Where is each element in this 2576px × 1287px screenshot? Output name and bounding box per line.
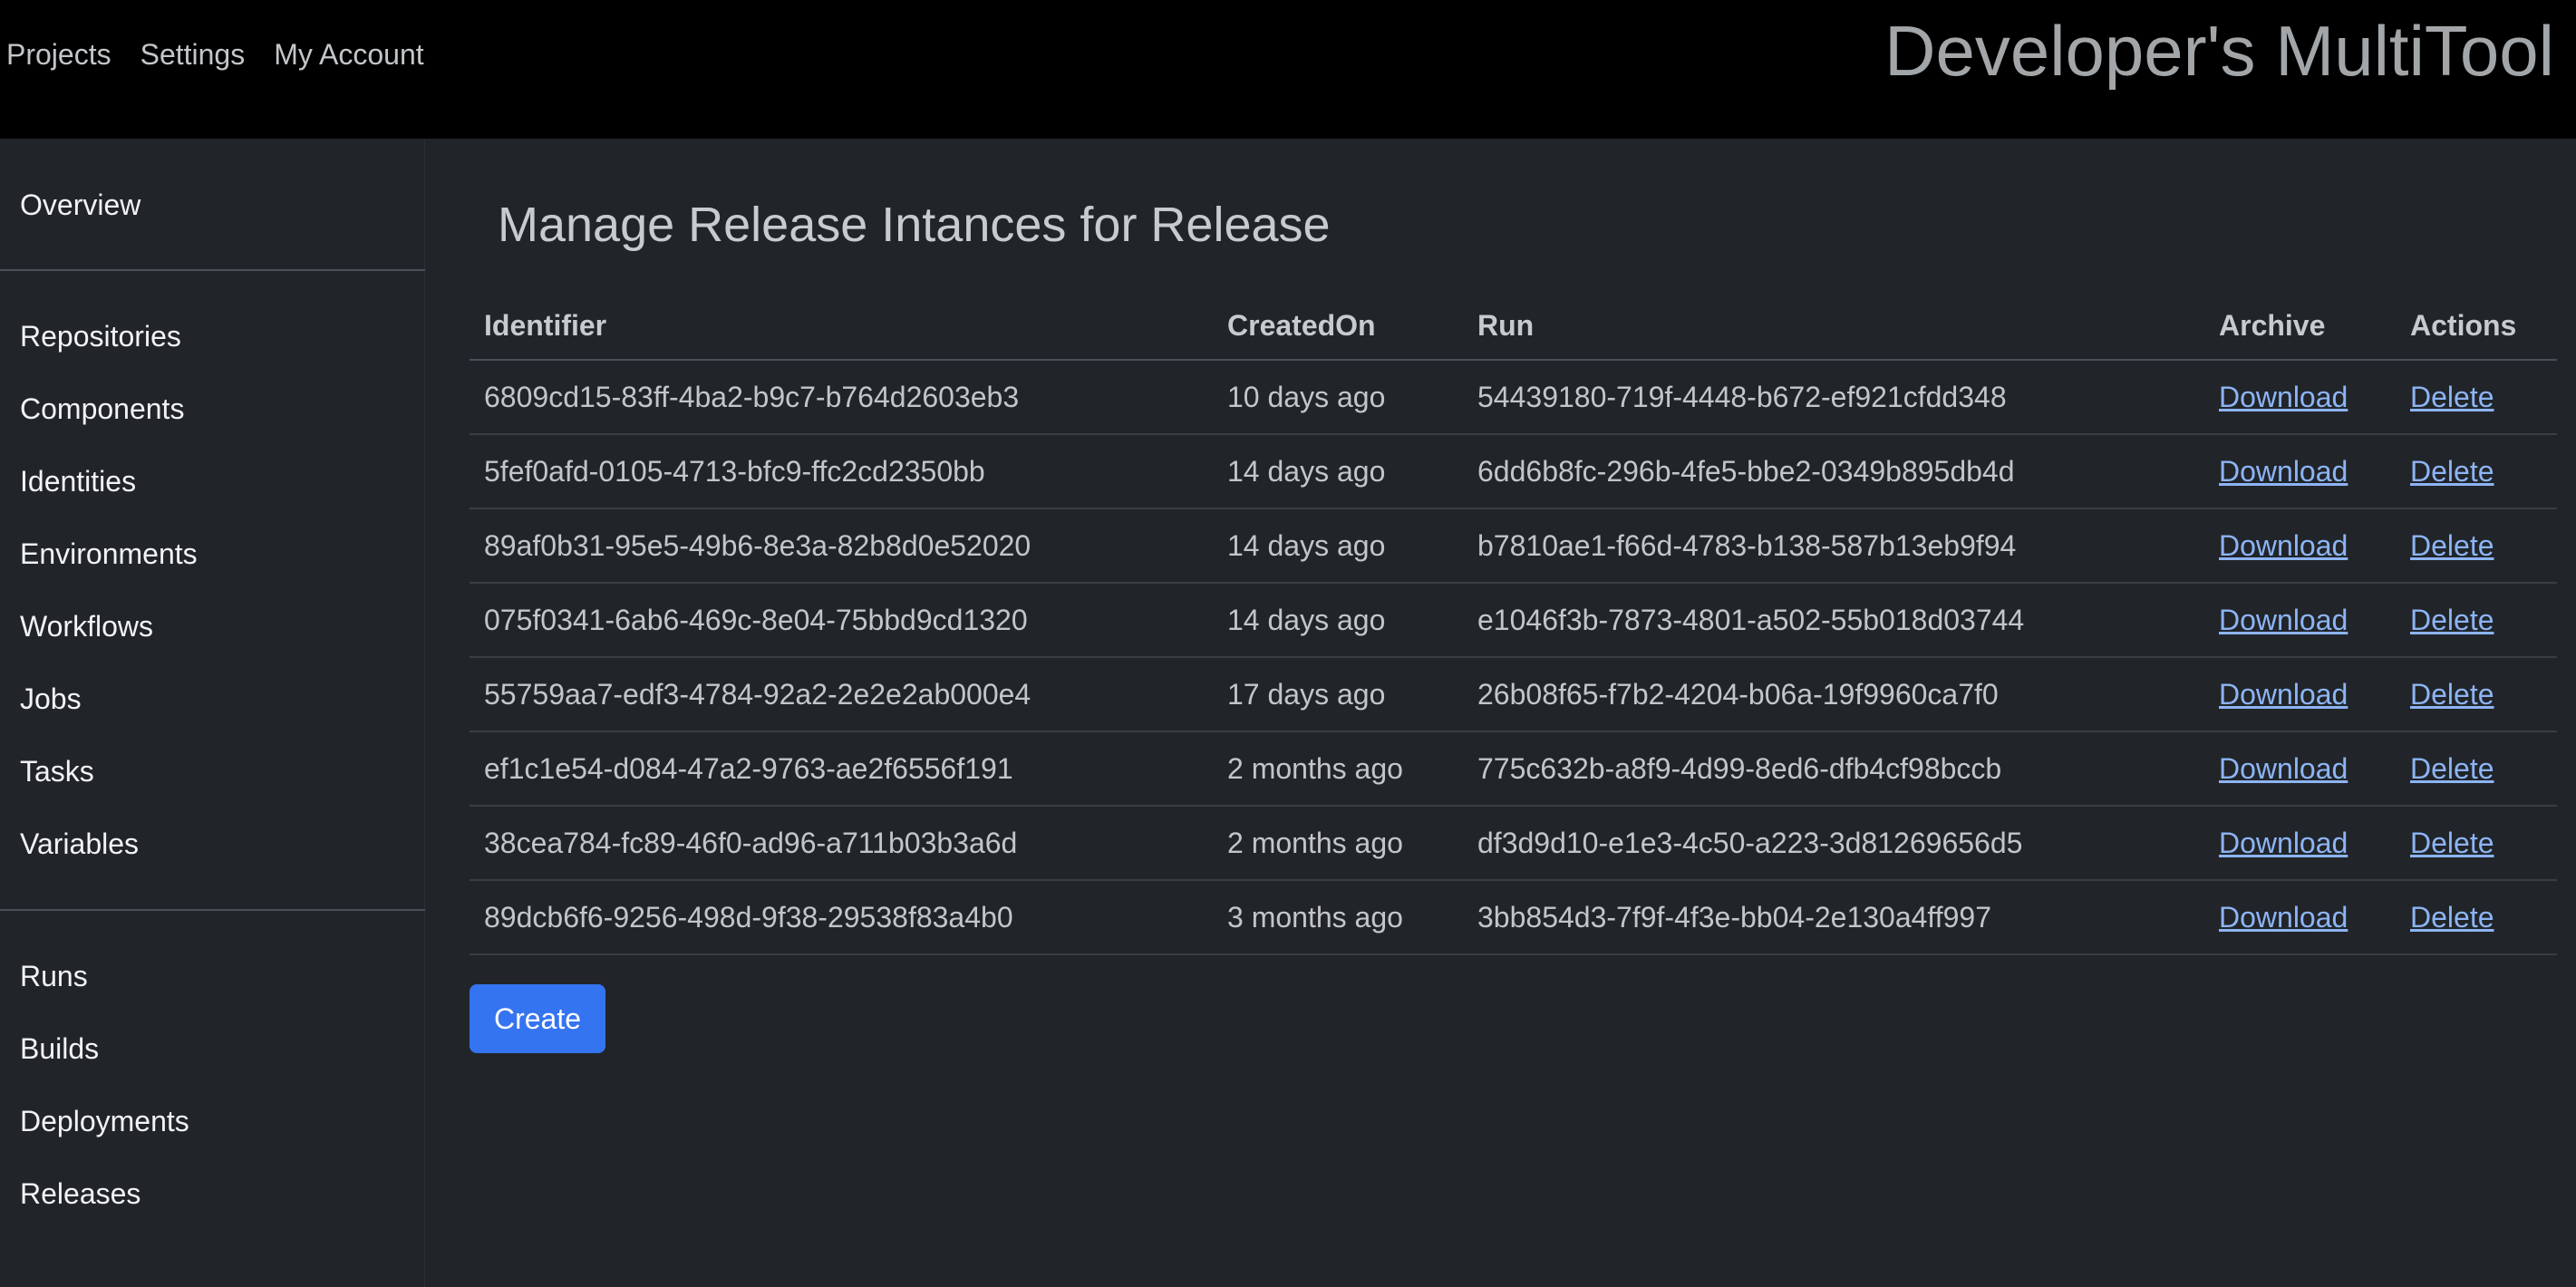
- delete-link[interactable]: Delete: [2410, 381, 2494, 413]
- download-link[interactable]: Download: [2219, 752, 2348, 785]
- cell-identifier: 5fef0afd-0105-4713-bfc9-ffc2cd2350bb: [470, 434, 1213, 509]
- page-title: Manage Release Intances for Release: [498, 198, 1331, 252]
- delete-link[interactable]: Delete: [2410, 901, 2494, 934]
- cell-archive: Download: [2204, 657, 2396, 732]
- delete-link[interactable]: Delete: [2410, 455, 2494, 488]
- download-link[interactable]: Download: [2219, 604, 2348, 636]
- delete-link[interactable]: Delete: [2410, 752, 2494, 785]
- nav-my-account[interactable]: My Account: [274, 38, 423, 72]
- cell-archive: Download: [2204, 508, 2396, 584]
- cell-identifier: 89dcb6f6-9256-498d-9f38-29538f83a4b0: [470, 880, 1213, 955]
- cell-created: 2 months ago: [1213, 731, 1463, 807]
- create-button[interactable]: Create: [470, 984, 605, 1053]
- table-row: 55759aa7-edf3-4784-92a2-2e2e2ab000e4 17 …: [470, 657, 2557, 732]
- cell-run: b7810ae1-f66d-4783-b138-587b13eb9f94: [1463, 508, 2204, 584]
- cell-actions: Delete: [2396, 731, 2557, 807]
- table-row: 075f0341-6ab6-469c-8e04-75bbd9cd1320 14 …: [470, 583, 2557, 658]
- cell-archive: Download: [2204, 583, 2396, 658]
- cell-actions: Delete: [2396, 360, 2557, 435]
- cell-created: 10 days ago: [1213, 360, 1463, 435]
- delete-link[interactable]: Delete: [2410, 604, 2494, 636]
- download-link[interactable]: Download: [2219, 827, 2348, 859]
- cell-run: df3d9d10-e1e3-4c50-a223-3d81269656d5: [1463, 806, 2204, 881]
- cell-created: 17 days ago: [1213, 657, 1463, 732]
- column-header-identifier: Identifier: [470, 293, 1213, 361]
- cell-actions: Delete: [2396, 508, 2557, 584]
- download-link[interactable]: Download: [2219, 529, 2348, 562]
- sidebar-item-environments[interactable]: Environments: [20, 537, 198, 571]
- delete-link[interactable]: Delete: [2410, 529, 2494, 562]
- sidebar-divider: [0, 269, 425, 271]
- sidebar-item-releases[interactable]: Releases: [20, 1177, 140, 1211]
- release-instances-table: Identifier CreatedOn Run Archive Actions…: [470, 293, 2557, 955]
- top-navbar: Projects Settings My Account Developer's…: [0, 0, 2576, 139]
- cell-run: 26b08f65-f7b2-4204-b06a-19f9960ca7f0: [1463, 657, 2204, 732]
- cell-run: 54439180-719f-4448-b672-ef921cfdd348: [1463, 360, 2204, 435]
- table-row: 89af0b31-95e5-49b6-8e3a-82b8d0e52020 14 …: [470, 508, 2557, 584]
- sidebar-divider: [0, 909, 425, 911]
- cell-identifier: 075f0341-6ab6-469c-8e04-75bbd9cd1320: [470, 583, 1213, 658]
- sidebar-item-identities[interactable]: Identities: [20, 465, 136, 498]
- download-link[interactable]: Download: [2219, 901, 2348, 934]
- cell-identifier: 89af0b31-95e5-49b6-8e3a-82b8d0e52020: [470, 508, 1213, 584]
- sidebar-item-deployments[interactable]: Deployments: [20, 1105, 189, 1138]
- cell-created: 14 days ago: [1213, 583, 1463, 658]
- cell-created: 2 months ago: [1213, 806, 1463, 881]
- cell-actions: Delete: [2396, 806, 2557, 881]
- table-row: 5fef0afd-0105-4713-bfc9-ffc2cd2350bb 14 …: [470, 434, 2557, 509]
- sidebar-item-repositories[interactable]: Repositories: [20, 320, 181, 353]
- column-header-archive: Archive: [2204, 293, 2396, 361]
- delete-link[interactable]: Delete: [2410, 827, 2494, 859]
- cell-identifier: 55759aa7-edf3-4784-92a2-2e2e2ab000e4: [470, 657, 1213, 732]
- cell-actions: Delete: [2396, 880, 2557, 955]
- download-link[interactable]: Download: [2219, 678, 2348, 711]
- cell-actions: Delete: [2396, 657, 2557, 732]
- delete-link[interactable]: Delete: [2410, 678, 2494, 711]
- sidebar-item-runs[interactable]: Runs: [20, 960, 88, 993]
- cell-archive: Download: [2204, 360, 2396, 435]
- column-header-run: Run: [1463, 293, 2204, 361]
- brand-title: Developer's MultiTool: [1884, 11, 2554, 91]
- sidebar-item-tasks[interactable]: Tasks: [20, 755, 94, 789]
- table-row: 89dcb6f6-9256-498d-9f38-29538f83a4b0 3 m…: [470, 880, 2557, 955]
- cell-archive: Download: [2204, 880, 2396, 955]
- main-content: Manage Release Intances for Release Iden…: [425, 139, 2576, 1287]
- column-header-actions: Actions: [2396, 293, 2557, 361]
- table-row: 6809cd15-83ff-4ba2-b9c7-b764d2603eb3 10 …: [470, 360, 2557, 435]
- download-link[interactable]: Download: [2219, 455, 2348, 488]
- cell-created: 14 days ago: [1213, 434, 1463, 509]
- sidebar-item-overview[interactable]: Overview: [20, 189, 140, 222]
- nav-projects[interactable]: Projects: [6, 38, 111, 72]
- nav-settings[interactable]: Settings: [140, 38, 246, 72]
- sidebar-item-components[interactable]: Components: [20, 392, 184, 426]
- sidebar-item-workflows[interactable]: Workflows: [20, 610, 153, 644]
- table-row: 38cea784-fc89-46f0-ad96-a711b03b3a6d 2 m…: [470, 806, 2557, 881]
- column-header-createdon: CreatedOn: [1213, 293, 1463, 361]
- cell-archive: Download: [2204, 806, 2396, 881]
- sidebar-item-builds[interactable]: Builds: [20, 1032, 99, 1066]
- cell-actions: Delete: [2396, 583, 2557, 658]
- sidebar: Overview Repositories Components Identit…: [0, 139, 425, 1287]
- cell-run: 6dd6b8fc-296b-4fe5-bbe2-0349b895db4d: [1463, 434, 2204, 509]
- cell-run: 775c632b-a8f9-4d99-8ed6-dfb4cf98bccb: [1463, 731, 2204, 807]
- sidebar-item-jobs[interactable]: Jobs: [20, 682, 82, 716]
- table-row: ef1c1e54-d084-47a2-9763-ae2f6556f191 2 m…: [470, 731, 2557, 807]
- cell-run: e1046f3b-7873-4801-a502-55b018d03744: [1463, 583, 2204, 658]
- cell-archive: Download: [2204, 434, 2396, 509]
- cell-identifier: 38cea784-fc89-46f0-ad96-a711b03b3a6d: [470, 806, 1213, 881]
- cell-archive: Download: [2204, 731, 2396, 807]
- download-link[interactable]: Download: [2219, 381, 2348, 413]
- table-body: 6809cd15-83ff-4ba2-b9c7-b764d2603eb3 10 …: [470, 360, 2557, 955]
- cell-created: 3 months ago: [1213, 880, 1463, 955]
- table-header-row: Identifier CreatedOn Run Archive Actions: [470, 293, 2557, 361]
- cell-identifier: ef1c1e54-d084-47a2-9763-ae2f6556f191: [470, 731, 1213, 807]
- sidebar-item-variables[interactable]: Variables: [20, 827, 139, 861]
- cell-actions: Delete: [2396, 434, 2557, 509]
- top-nav: Projects Settings My Account: [6, 38, 424, 72]
- cell-created: 14 days ago: [1213, 508, 1463, 584]
- cell-run: 3bb854d3-7f9f-4f3e-bb04-2e130a4ff997: [1463, 880, 2204, 955]
- cell-identifier: 6809cd15-83ff-4ba2-b9c7-b764d2603eb3: [470, 360, 1213, 435]
